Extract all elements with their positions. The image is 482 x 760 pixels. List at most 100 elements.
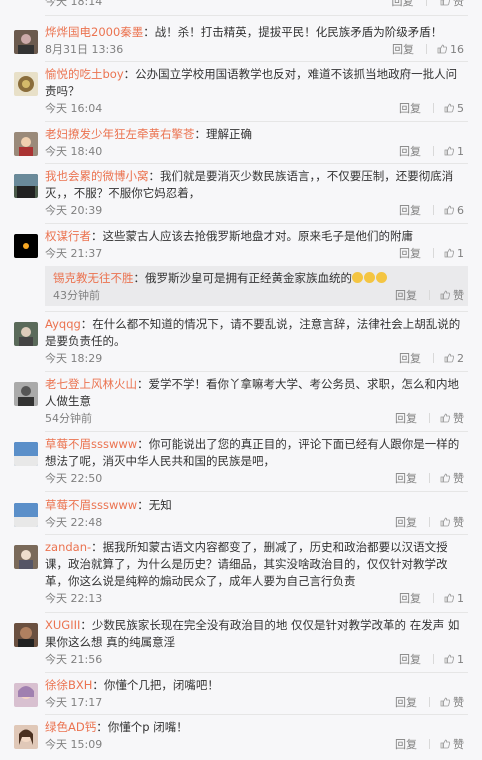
like-button[interactable]: 1 xyxy=(444,247,464,260)
comment-username[interactable]: 权谋行者 xyxy=(45,229,91,243)
comment-username[interactable]: 草莓不眉ssswww xyxy=(45,498,137,512)
comment-username[interactable]: 徐徐BXH xyxy=(45,678,92,692)
avatar[interactable] xyxy=(14,132,38,156)
avatar[interactable] xyxy=(14,72,38,96)
reply-button[interactable]: 回复 xyxy=(399,245,421,261)
like-count: 5 xyxy=(457,102,464,115)
comment-time: 今天 18:40 xyxy=(45,145,103,158)
comment-username[interactable]: 愉悦的吃土boy xyxy=(45,67,124,81)
comment-username[interactable]: 老妇撩发少年狂左牵黄右擎苍 xyxy=(45,127,195,141)
comment-body: XUGIII：少数民族家长现在完全没有政治目的地 仅仅是针对教学改革的 在发声 … xyxy=(45,617,464,651)
thumbs-up-icon xyxy=(440,473,450,483)
like-button[interactable]: 赞 xyxy=(440,470,464,486)
like-count: 赞 xyxy=(453,696,464,709)
comment-text: ：理解正确 xyxy=(194,127,253,141)
comment-body: zandan-：据我所知蒙古语文内容都变了，删减了，历史和政治都要以汉语文授课，… xyxy=(45,539,464,590)
like-button[interactable]: 赞 xyxy=(440,694,464,710)
comment-item: Ayqqg：在什么都不知道的情况下，请不要乱说，注意言辞，法律社会上胡乱说的是要… xyxy=(0,316,482,367)
comment-username[interactable]: 我也会累的微博小窝 xyxy=(45,169,149,183)
comment-time: 今天 18:29 xyxy=(45,352,103,365)
comment-item: 老七登上风林火山：爱学不学！看你丫拿嘛考大学、考公务员、求职，怎么和内地人做生意… xyxy=(0,376,482,427)
reply-button[interactable]: 回复 xyxy=(399,143,421,159)
comment-username[interactable]: 烨烨国电2000秦墨 xyxy=(45,25,143,39)
comment-item: 烨烨国电2000秦墨：战！杀！打击精英，提拔平民！化民族矛盾为阶级矛盾！ 8月3… xyxy=(0,24,482,58)
reply-button[interactable]: 回复 xyxy=(392,41,414,57)
thumbs-up-icon xyxy=(444,654,454,664)
comment-time: 今天 17:17 xyxy=(45,696,103,709)
like-button[interactable]: 1 xyxy=(444,653,464,666)
reply-button[interactable]: 回复 xyxy=(395,514,417,530)
like-count: 赞 xyxy=(453,738,464,751)
avatar[interactable] xyxy=(14,725,38,749)
comment-time: 8月31日 13:36 xyxy=(45,43,124,56)
comment-time: 今天 18:14 xyxy=(45,0,103,8)
avatar[interactable] xyxy=(14,545,38,569)
comment-text: ：你懂个p 闭嘴！ xyxy=(96,720,188,734)
avatar[interactable] xyxy=(14,174,38,198)
comment-text: ：俄罗斯沙皇可是拥有正经黄金家族血统的 xyxy=(133,271,353,285)
reply-button[interactable]: 回复 xyxy=(399,100,421,116)
like-button[interactable]: 赞 xyxy=(440,0,464,9)
like-count: 1 xyxy=(457,653,464,666)
thumbs-up-icon xyxy=(440,0,450,6)
avatar[interactable] xyxy=(14,683,38,707)
like-count: 赞 xyxy=(453,472,464,485)
like-button[interactable]: 6 xyxy=(444,204,464,217)
comment-username[interactable]: 草莓不眉ssswww xyxy=(45,437,137,451)
avatar[interactable] xyxy=(14,30,38,54)
like-button[interactable]: 1 xyxy=(444,145,464,158)
reply-button[interactable]: 回复 xyxy=(399,202,421,218)
like-button[interactable]: 2 xyxy=(444,352,464,365)
like-button[interactable]: 5 xyxy=(444,102,464,115)
avatar[interactable] xyxy=(14,623,38,647)
avatar[interactable] xyxy=(14,382,38,406)
comment-item: 草莓不眉ssswww：你可能说出了您的真正目的，评论下面已经有人跟你是一样的想法… xyxy=(0,436,482,487)
avatar[interactable] xyxy=(14,322,38,346)
like-button[interactable]: 赞 xyxy=(440,514,464,530)
comment-body: Ayqqg：在什么都不知道的情况下，请不要乱说，注意言辞，法律社会上胡乱说的是要… xyxy=(45,316,464,350)
thumbs-up-icon xyxy=(440,413,450,423)
reply-button[interactable]: 回复 xyxy=(399,350,421,366)
comment-username[interactable]: zandan- xyxy=(45,540,91,554)
comment-username[interactable]: 锡克教无往不胜 xyxy=(53,271,134,285)
comment-time: 今天 21:37 xyxy=(45,247,103,260)
reply-button[interactable]: 回复 xyxy=(395,694,417,710)
like-button[interactable]: 赞 xyxy=(440,287,464,303)
like-button[interactable]: 赞 xyxy=(440,736,464,752)
comment-body: 绿色AD钙：你懂个p 闭嘴！ xyxy=(45,719,464,736)
thumbs-up-icon xyxy=(440,290,450,300)
comment-username[interactable]: 绿色AD钙 xyxy=(45,720,96,734)
reply-button[interactable]: 回复 xyxy=(395,287,417,303)
comment-body: 权谋行者：这些蒙古人应该去抢俄罗斯地盘才对。原来毛子是他们的附庸 xyxy=(45,228,464,245)
like-button[interactable]: 赞 xyxy=(440,410,464,426)
reply-button[interactable]: 回复 xyxy=(395,410,417,426)
like-count: 赞 xyxy=(453,412,464,425)
avatar[interactable] xyxy=(14,234,38,258)
comment-username[interactable]: XUGIII xyxy=(45,618,80,632)
reply-button[interactable]: 回复 xyxy=(392,0,414,9)
reply-button[interactable]: 回复 xyxy=(395,736,417,752)
comment-time: 今天 16:04 xyxy=(45,102,103,115)
comment-item: 草莓不眉ssswww：无知 今天 22:48 回复 赞 xyxy=(0,497,482,531)
like-button[interactable]: 16 xyxy=(437,43,464,56)
like-button[interactable]: 1 xyxy=(444,592,464,605)
comment-body: 草莓不眉ssswww：无知 xyxy=(45,497,464,514)
avatar[interactable] xyxy=(14,503,38,527)
comment-item: 徐徐BXH：你懂个几把，闭嘴吧！ 今天 17:17 回复 赞 xyxy=(0,677,482,711)
comment-text: ：少数民族家长现在完全没有政治目的地 仅仅是针对教学改革的 在发声 如果你这么想… xyxy=(45,618,460,649)
reply-button[interactable]: 回复 xyxy=(399,590,421,606)
avatar[interactable] xyxy=(14,442,38,466)
comment-time: 今天 20:39 xyxy=(45,204,103,217)
comment-item: 我也会累的微博小窝：我们就是要消灭少数民族语言，，不仅要压制，还要彻底消灭，，不… xyxy=(0,168,482,219)
comment-item: 绿色AD钙：你懂个p 闭嘴！ 今天 15:09 回复 赞 xyxy=(0,719,482,753)
comment-username[interactable]: 老七登上风林火山 xyxy=(45,377,137,391)
comment-item: 权谋行者：这些蒙古人应该去抢俄罗斯地盘才对。原来毛子是他们的附庸 今天 21:3… xyxy=(0,228,482,262)
thumbs-up-icon xyxy=(444,146,454,156)
thumbs-up-icon xyxy=(437,44,447,54)
comment-text: ：在什么都不知道的情况下，请不要乱说，注意言辞，法律社会上胡乱说的是要负责任的。 xyxy=(45,317,461,348)
comment-item: XUGIII：少数民族家长现在完全没有政治目的地 仅仅是针对教学改革的 在发声 … xyxy=(0,617,482,668)
comment-username[interactable]: Ayqqg xyxy=(45,317,81,331)
reply-button[interactable]: 回复 xyxy=(395,470,417,486)
reply-button[interactable]: 回复 xyxy=(399,651,421,667)
like-count: 赞 xyxy=(453,289,464,302)
